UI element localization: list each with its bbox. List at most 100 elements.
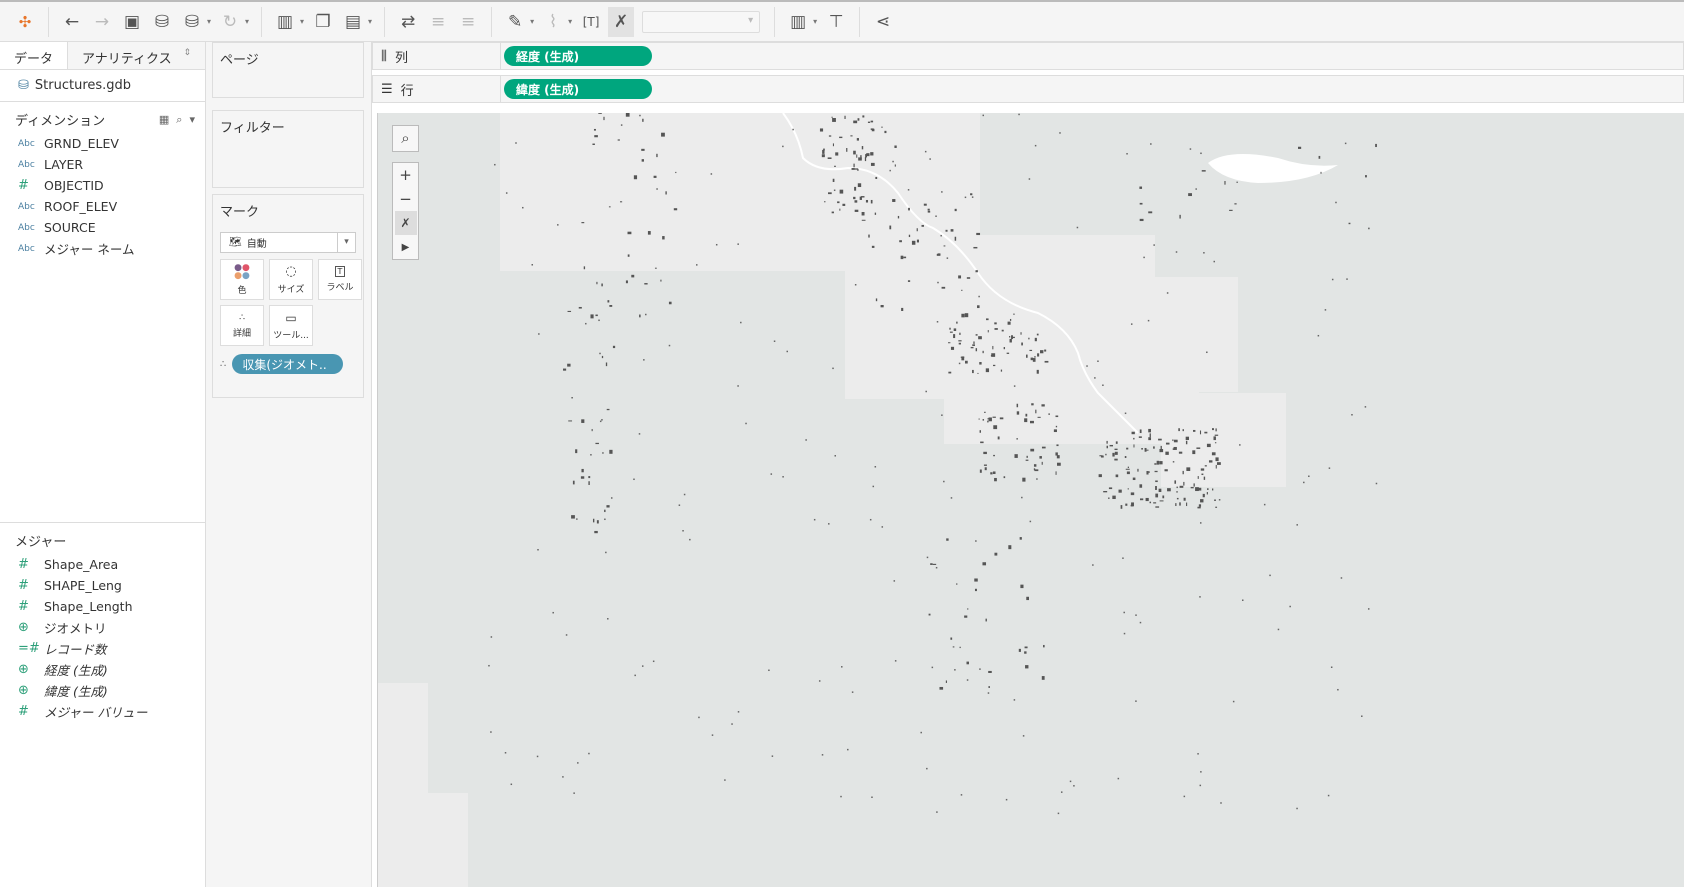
structure-mark [1022, 477, 1026, 482]
structure-mark [572, 480, 575, 485]
zoom-in-icon[interactable]: + [399, 163, 412, 187]
columns-pill[interactable]: 経度 (生成) [504, 46, 652, 66]
detail-button[interactable]: ∴ 詳細 [220, 305, 264, 346]
group-icon[interactable]: ⌇ [540, 7, 566, 37]
structure-mark [1008, 545, 1012, 550]
structure-mark [583, 266, 586, 270]
structure-mark [1022, 735, 1025, 737]
structure-mark [782, 145, 784, 148]
sort-descending-icon[interactable]: ≡ [455, 7, 481, 37]
structure-mark [1204, 465, 1207, 467]
dimension-field[interactable]: Abc メジャー ネーム [0, 238, 205, 259]
structure-mark [893, 580, 896, 582]
share-icon[interactable]: ⋖ [870, 7, 896, 37]
measure-field[interactable]: # Shape_Area [0, 554, 205, 575]
structure-mark [1198, 504, 1202, 507]
structure-mark [1192, 429, 1196, 432]
filters-card[interactable]: フィルター [212, 110, 364, 188]
structure-mark [638, 433, 641, 435]
structure-mark [633, 478, 635, 481]
structure-mark [1139, 218, 1144, 222]
dimension-field[interactable]: # OBJECTID [0, 175, 205, 196]
structure-mark [652, 660, 655, 663]
structure-mark [1327, 794, 1330, 797]
dimension-field[interactable]: Abc SOURCE [0, 217, 205, 238]
structure-mark [1103, 490, 1108, 493]
tooltip-button[interactable]: ▭ ツール... [269, 305, 313, 346]
rows-pill[interactable]: 緯度 (生成) [504, 79, 652, 99]
structure-mark [1114, 448, 1118, 451]
tab-data[interactable]: データ [0, 42, 69, 69]
structure-mark [1034, 144, 1037, 147]
structure-mark [1192, 450, 1196, 455]
columns-shelf[interactable]: ⫼ 列 経度 (生成) [372, 42, 1684, 70]
structure-mark [510, 783, 513, 786]
view-list-icon[interactable]: ▦ [159, 113, 169, 126]
expand-icon[interactable]: ▶ [402, 235, 410, 259]
fit-select[interactable] [642, 10, 761, 33]
datasource-item[interactable]: ⛁ Structures.gdb [0, 70, 205, 102]
dimension-field[interactable]: Abc GRND_ELEV [0, 133, 205, 154]
structure-mark [865, 199, 869, 203]
highlight-icon[interactable]: ✎ [502, 7, 528, 37]
duplicate-sheet-icon[interactable]: ❐ [310, 7, 336, 37]
measure-field[interactable]: # Shape_Length [0, 596, 205, 617]
measure-field[interactable]: # メジャー バリュー [0, 701, 205, 722]
rows-shelf[interactable]: ☰ 行 緯度 (生成) [372, 75, 1684, 103]
pin-clear-icon[interactable]: ✗ [394, 211, 417, 235]
show-labels-icon[interactable]: [T] [578, 7, 604, 37]
structure-mark [979, 469, 982, 473]
measure-field[interactable]: ⊕ 経度 (生成) [0, 659, 205, 680]
undo-icon[interactable]: ← [59, 7, 85, 37]
zoom-out-icon[interactable]: − [399, 187, 412, 211]
structure-mark [972, 344, 975, 346]
color-button[interactable]: ●● ●● 色 [220, 259, 264, 300]
menu-dropdown-icon[interactable]: ▾ [189, 113, 195, 126]
sort-ascending-icon[interactable]: ≡ [425, 7, 451, 37]
structure-mark [1029, 349, 1033, 352]
label-button[interactable]: T ラベル [318, 259, 362, 300]
structure-mark [1016, 403, 1019, 408]
measure-field[interactable]: =# レコード数 [0, 638, 205, 659]
map-view[interactable]: ⌕ + − ✗ ▶ [377, 113, 1684, 887]
measure-field[interactable]: ⊕ 緯度 (生成) [0, 680, 205, 701]
new-datasource-icon[interactable]: ⛁ [149, 7, 175, 37]
pause-updates-icon[interactable]: ⛁ [179, 7, 205, 37]
dimension-field[interactable]: Abc LAYER [0, 154, 205, 175]
tab-analytics[interactable]: アナリティクス ⇕ [68, 42, 205, 69]
map-search-button[interactable]: ⌕ [392, 125, 419, 152]
structure-mark [1013, 313, 1015, 316]
pin-clear-icon[interactable]: ✗ [608, 6, 635, 37]
swap-icon[interactable]: ⇄ [395, 7, 421, 37]
presentation-icon[interactable]: ⊤ [823, 7, 849, 37]
structure-mark [839, 136, 843, 139]
structure-mark [950, 346, 955, 350]
structure-mark [908, 207, 910, 211]
measure-field[interactable]: # SHAPE_Leng [0, 575, 205, 596]
dimension-field[interactable]: Abc ROOF_ELEV [0, 196, 205, 217]
redo-icon[interactable]: → [89, 7, 115, 37]
pages-card[interactable]: ページ [212, 42, 364, 98]
search-icon[interactable]: ⌕ [176, 113, 182, 126]
measure-field[interactable]: ⊕ ジオメトリ [0, 617, 205, 638]
structure-mark [1178, 451, 1183, 454]
refresh-icon[interactable]: ↻ [217, 7, 243, 37]
structure-mark [1188, 193, 1192, 197]
tableau-logo-icon[interactable]: ✣ [12, 7, 38, 37]
size-button[interactable]: ◌ サイズ [269, 259, 313, 300]
structure-mark [1346, 278, 1348, 280]
show-me-icon[interactable]: ▥ [785, 7, 811, 37]
structure-mark [609, 449, 613, 454]
structure-mark [515, 142, 517, 144]
structure-mark [488, 664, 490, 667]
structure-mark [1041, 404, 1045, 407]
structure-mark [970, 346, 974, 349]
save-icon[interactable]: ▣ [119, 7, 145, 37]
mark-type-select[interactable]: 🗺 自動 ▾ [220, 232, 356, 253]
structure-mark [1375, 143, 1377, 148]
new-worksheet-icon[interactable]: ▥ [272, 7, 298, 37]
detail-pill[interactable]: 収集(ジオメト.. [232, 354, 344, 374]
structure-mark [907, 280, 911, 282]
clear-sheet-icon[interactable]: ▤ [340, 7, 366, 37]
structure-mark [1241, 599, 1244, 601]
